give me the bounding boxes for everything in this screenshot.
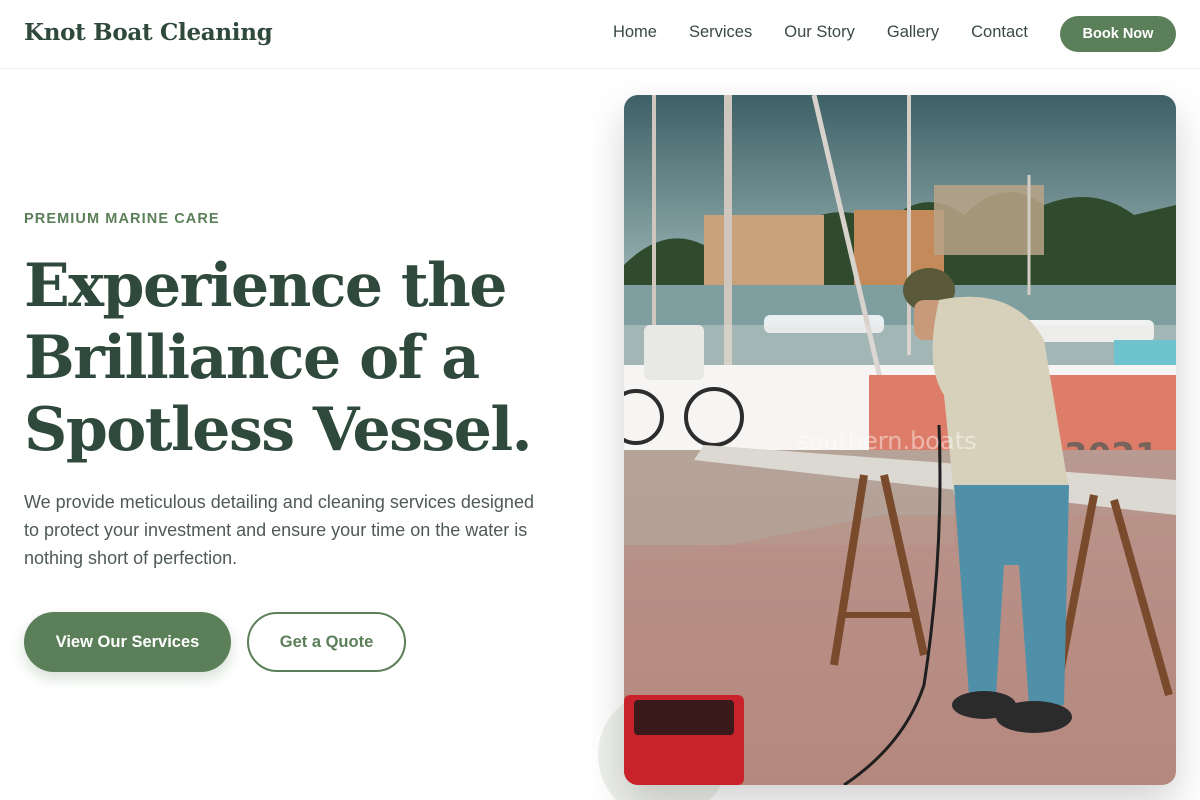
headline-line-2: Brilliance of a: [24, 323, 480, 393]
view-services-button[interactable]: View Our Services: [24, 612, 231, 672]
main-nav: Home Services Our Story Gallery Contact: [613, 23, 1028, 42]
hero-eyebrow: PREMIUM MARINE CARE: [24, 211, 220, 227]
nav-gallery-link[interactable]: Gallery: [887, 23, 939, 42]
nav-contact-link[interactable]: Contact: [971, 23, 1028, 42]
photo-watermark: southern.boats: [796, 427, 977, 455]
nav-services-link[interactable]: Services: [689, 23, 752, 42]
hero-headline: Experience the Brilliance of a Spotless …: [24, 250, 584, 466]
nav-home-link[interactable]: Home: [613, 23, 657, 42]
hero-description: We provide meticulous detailing and clea…: [24, 492, 534, 568]
headline-line-1: Experience the: [24, 251, 507, 321]
book-now-button[interactable]: Book Now: [1060, 16, 1176, 52]
nav-our-story-link[interactable]: Our Story: [784, 23, 855, 42]
site-header: Knot Boat Cleaning Home Services Our Sto…: [0, 0, 1200, 69]
hero-photo: 3021 southern.boats: [624, 95, 1176, 785]
get-quote-button[interactable]: Get a Quote: [247, 612, 406, 672]
brand-logo[interactable]: Knot Boat Cleaning: [24, 19, 273, 46]
headline-line-3: Spotless Vessel.: [24, 395, 533, 465]
